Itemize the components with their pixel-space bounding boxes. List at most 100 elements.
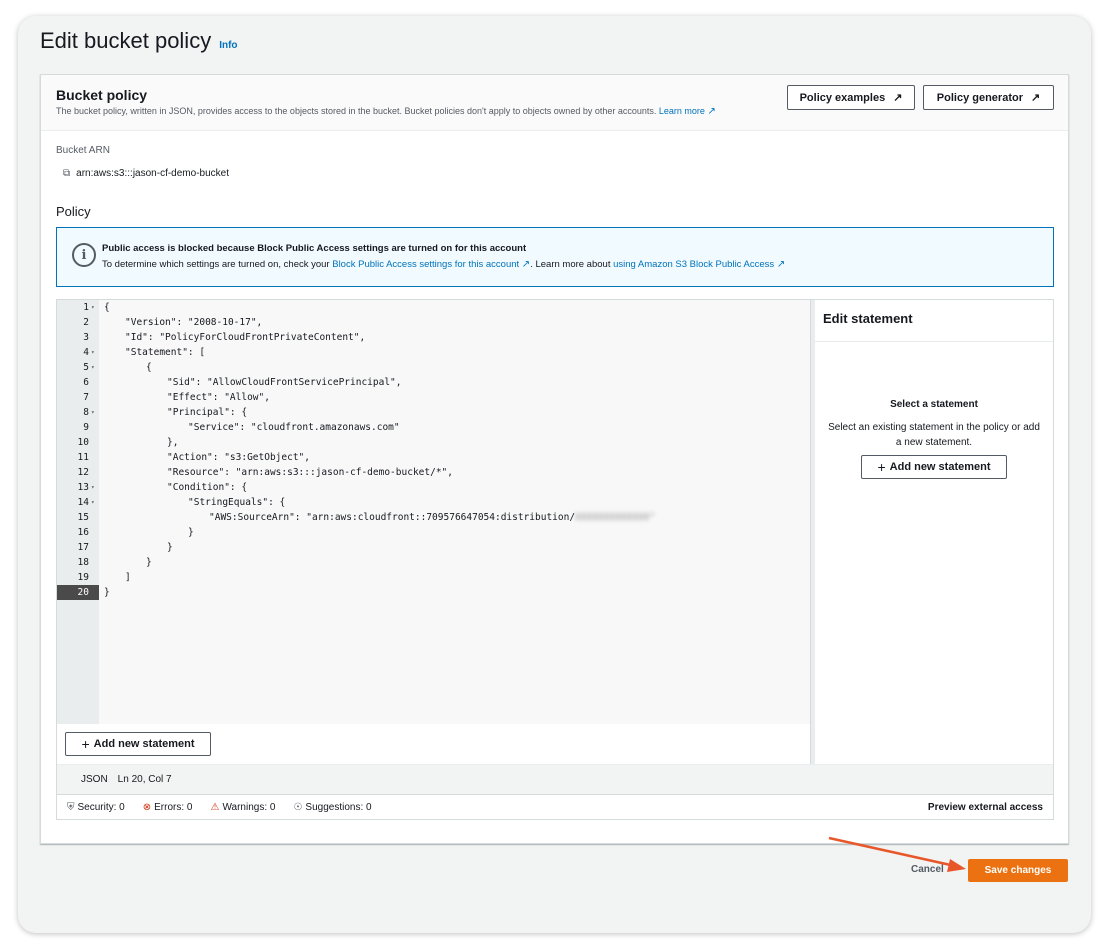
card-title: Bucket policy (56, 87, 148, 103)
code-line: 2 "Version": "2008-10-17", (57, 315, 811, 330)
code-text: "Sid": "AllowCloudFrontServicePrincipal"… (167, 375, 402, 390)
code-text-content: "Principal": { (167, 407, 248, 418)
code-line: 10}, (57, 435, 811, 450)
code-line: 1 ▾ { (57, 300, 811, 315)
page-title: Edit bucket policy Info (40, 28, 238, 54)
code-text-content: } (188, 527, 194, 538)
external-link-icon: ↗ (776, 259, 786, 270)
code-text: "Resource": "arn:aws:s3:::jason-cf-demo-… (167, 465, 453, 480)
policy-editor: 1 ▾{2 "Version": "2008-10-17", 3 "Id": "Poli… (56, 299, 1054, 820)
add-new-statement-button[interactable]: + Add new statement (65, 732, 211, 756)
alert-body-prefix: To determine which settings are turned o… (102, 259, 330, 270)
code-text: "Condition": { (167, 480, 247, 495)
copy-icon[interactable]: ⧉ (63, 168, 70, 179)
code-text-content: "Effect": "Allow", (167, 392, 270, 403)
info-link[interactable]: Info (219, 40, 237, 51)
line-number: 7 (83, 392, 89, 403)
line-number: 17 (77, 542, 89, 553)
block-public-access-settings-link[interactable]: Block Public Access settings for this ac… (332, 259, 519, 270)
warnings-count[interactable]: ⚠ Warnings: 0 (210, 802, 275, 813)
error-icon: ⊗ (142, 801, 152, 813)
fold-toggle-icon[interactable]: ▾ (91, 405, 95, 420)
code-line: 6 "Sid": "AllowCloudFrontServicePrincipal… (57, 375, 811, 390)
line-number: 10 (77, 437, 89, 448)
card-description-text: The bucket policy, written in JSON, prov… (56, 106, 657, 116)
policy-generator-button[interactable]: Policy generator ↗ (923, 85, 1054, 110)
warning-icon: ⚠ (210, 801, 220, 813)
code-text-content: } (146, 557, 152, 568)
fold-toggle-icon[interactable]: ▾ (91, 345, 95, 360)
line-number: 6 (83, 377, 89, 388)
select-statement-description: Select an existing statement in the poli… (828, 422, 1040, 448)
edit-statement-title: Edit statement (815, 300, 1053, 342)
code-text-content: "Service": "cloudfront.amazonaws.com" (188, 422, 400, 433)
code-text: } (188, 525, 194, 540)
line-number: 18 (77, 557, 89, 568)
security-label: Security: 0 (77, 801, 125, 813)
alert-title: Public access is blocked because Block P… (102, 243, 527, 254)
using-block-public-access-link[interactable]: using Amazon S3 Block Public Access (613, 259, 774, 270)
preview-external-access-button[interactable]: Preview external access (928, 802, 1043, 813)
code-text: } (104, 585, 110, 600)
block-public-access-alert: i Public access is blocked because Block… (56, 227, 1054, 287)
code-text-content: "StringEquals": { (188, 497, 286, 508)
code-text: "Principal": { (167, 405, 247, 420)
plus-icon: + (81, 736, 90, 752)
page-title-text: Edit bucket policy (40, 28, 212, 53)
select-statement-heading: Select a statement (890, 399, 978, 410)
learn-more-link[interactable]: Learn more (659, 106, 705, 116)
bucket-arn-text: arn:aws:s3:::jason-cf-demo-bucket (76, 168, 229, 179)
code-text-content: "Id": "PolicyForCloudFrontPrivateContent… (125, 332, 366, 343)
bucket-arn-label: Bucket ARN (56, 145, 110, 156)
code-line: 18} (57, 555, 811, 570)
code-line: 9 "Service": "cloudfront.amazonaws.com" (57, 420, 811, 435)
code-text: { (104, 300, 110, 315)
security-count[interactable]: ⛨ Security: 0 (67, 802, 125, 813)
cancel-button[interactable]: Cancel (911, 864, 944, 875)
code-line: 13 ▾ "Condition": { (57, 480, 811, 495)
policy-examples-label: Policy examples (799, 91, 886, 104)
line-number: 14 (77, 497, 89, 508)
info-icon: i (72, 243, 96, 267)
suggestions-count[interactable]: ☉ Suggestions: 0 (293, 802, 371, 813)
save-changes-button[interactable]: Save changes (968, 859, 1068, 882)
fold-toggle-icon[interactable]: ▾ (91, 480, 95, 495)
fold-toggle-icon[interactable]: ▾ (91, 300, 95, 315)
code-text: "Action": "s3:GetObject", (167, 450, 310, 465)
code-text-content: { (146, 362, 152, 373)
lightbulb-icon: ☉ (293, 801, 303, 813)
editor-status-bar: JSON Ln 20, Col 7 (57, 764, 1053, 794)
code-text-content: { (104, 302, 110, 313)
bucket-arn-value: ⧉ arn:aws:s3:::jason-cf-demo-bucket (63, 168, 229, 179)
side-add-new-statement-button[interactable]: + Add new statement (861, 455, 1007, 479)
code-line: 5 ▾ { (57, 360, 811, 375)
code-text-content: "Action": "s3:GetObject", (167, 452, 310, 463)
fold-toggle-icon[interactable]: ▾ (91, 360, 95, 375)
code-text: { (146, 360, 152, 375)
errors-count[interactable]: ⊗ Errors: 0 (143, 802, 193, 813)
code-line: 11 "Action": "s3:GetObject", (57, 450, 811, 465)
line-number: 3 (83, 332, 89, 343)
code-line: 15 "AWS:SourceArn": "arn:aws:cloudfront::… (57, 510, 811, 525)
code-text: "StringEquals": { (188, 495, 285, 510)
policy-examples-button[interactable]: Policy examples ↗ (787, 85, 915, 110)
fold-toggle-icon[interactable]: ▾ (91, 495, 95, 510)
warnings-label: Warnings: 0 (222, 801, 276, 813)
line-number: 9 (83, 422, 89, 433)
code-line: 19] (57, 570, 811, 585)
code-text-content: }, (167, 437, 179, 448)
code-text-content: "Resource": "arn:aws:s3:::jason-cf-demo-… (167, 467, 453, 478)
line-number: 5 (83, 362, 89, 373)
code-text: "Statement": [ (125, 345, 205, 360)
status-language: JSON (81, 774, 108, 785)
code-line: 17} (57, 540, 811, 555)
code-line: 16} (57, 525, 811, 540)
line-number: 16 (77, 527, 89, 538)
code-text-content: "Condition": { (167, 482, 248, 493)
code-text: ] (125, 570, 131, 585)
line-number: 20 (57, 585, 99, 600)
line-number: 15 (77, 512, 89, 523)
code-line: 14 ▾ "StringEquals": { (57, 495, 811, 510)
card-header: Bucket policy The bucket policy, written… (41, 75, 1068, 131)
external-link-icon: ↗ (1030, 92, 1041, 104)
